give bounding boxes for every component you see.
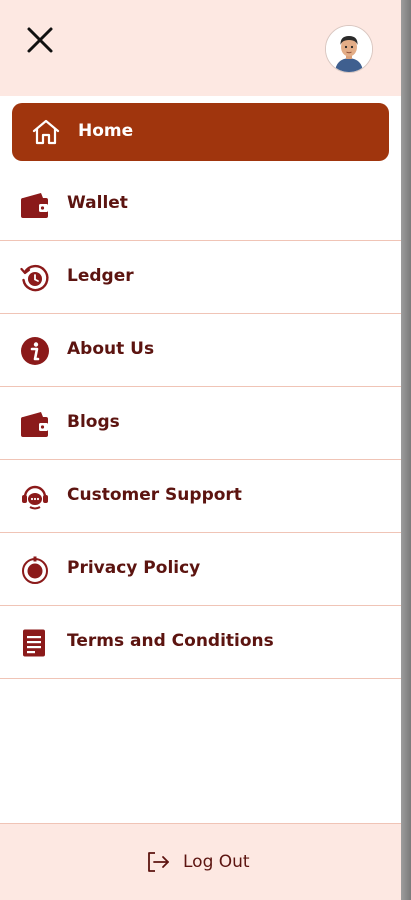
menu-item-label: About Us xyxy=(67,339,155,359)
privacy-icon xyxy=(22,556,48,584)
app-screen: Home Wallet Ledger About Us Blogs Custom… xyxy=(0,0,411,900)
menu-item-label: Privacy Policy xyxy=(67,558,201,578)
close-button[interactable] xyxy=(22,22,58,58)
logout-label: Log Out xyxy=(183,852,250,872)
menu-item-ledger[interactable]: Ledger xyxy=(0,241,401,314)
document-icon xyxy=(23,629,45,657)
menu-item-about-us[interactable]: About Us xyxy=(0,314,401,387)
wallet-icon xyxy=(21,412,48,437)
avatar[interactable] xyxy=(325,25,373,73)
menu-item-label: Blogs xyxy=(67,412,120,432)
menu-item-blogs[interactable]: Blogs xyxy=(0,387,401,460)
close-icon xyxy=(27,27,53,53)
menu-item-label: Wallet xyxy=(67,193,128,213)
logout-icon xyxy=(148,852,169,872)
menu-item-label: Terms and Conditions xyxy=(67,631,274,651)
home-icon xyxy=(32,119,60,145)
menu-item-wallet[interactable]: Wallet xyxy=(0,168,401,241)
background-edge xyxy=(401,0,411,900)
support-chat-icon xyxy=(22,485,48,510)
user-avatar-icon xyxy=(326,26,372,72)
menu-item-label: Ledger xyxy=(67,266,134,286)
wallet-icon xyxy=(21,193,48,218)
menu-item-customer-support[interactable]: Customer Support xyxy=(0,460,401,533)
menu-item-label: Home xyxy=(78,121,134,141)
menu-item-label: Customer Support xyxy=(67,485,242,505)
menu-item-privacy-policy[interactable]: Privacy Policy xyxy=(0,533,401,606)
drawer-header xyxy=(0,0,401,96)
history-icon xyxy=(20,264,49,292)
menu-item-home[interactable]: Home xyxy=(12,103,389,161)
drawer-footer: Log Out xyxy=(0,823,401,900)
menu-item-terms-and-conditions[interactable]: Terms and Conditions xyxy=(0,606,401,679)
info-icon xyxy=(21,337,49,365)
navigation-drawer: Home Wallet Ledger About Us Blogs Custom… xyxy=(0,0,401,900)
logout-button[interactable]: Log Out xyxy=(145,846,265,876)
